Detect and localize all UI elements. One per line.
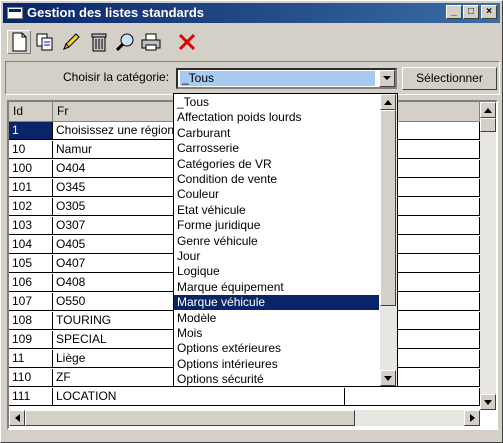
title-bar[interactable]: Gestion des listes standards _ □ × [3, 3, 500, 23]
cell-fr[interactable]: LOCATION [53, 388, 345, 406]
print-button[interactable] [139, 30, 163, 54]
delete-icon [91, 33, 107, 52]
cell-id[interactable]: 100 [9, 160, 53, 178]
window-title: Gestion des listes standards [27, 5, 205, 20]
dropdown-option[interactable]: Affectation poids lourds [174, 110, 379, 125]
toolbar [5, 27, 500, 59]
dropdown-option[interactable]: Options sécurité [174, 372, 379, 386]
cell-id[interactable]: 102 [9, 198, 53, 216]
new-button[interactable] [7, 30, 31, 54]
cell-id[interactable]: 11 [9, 350, 53, 368]
cell-id[interactable]: 107 [9, 293, 53, 311]
category-dropdown-list[interactable]: _Tous Affectation poids lourds Carburant Ca… [173, 93, 398, 387]
chevron-down-icon[interactable] [379, 70, 395, 87]
cancel-button[interactable] [175, 30, 199, 54]
dropdown-option[interactable]: Logique [174, 264, 379, 279]
vertical-scrollbar[interactable] [480, 102, 496, 410]
dropdown-option[interactable]: Marque équipement [174, 280, 379, 295]
edit-icon [63, 33, 80, 50]
minimize-button[interactable]: _ [446, 5, 462, 19]
close-window-button[interactable]: × [481, 5, 497, 19]
category-label: Choisir la catégorie: [63, 70, 170, 84]
print-icon [141, 33, 161, 51]
cell-id[interactable]: 101 [9, 179, 53, 197]
dropdown-option[interactable]: Catégories de VR [174, 157, 379, 172]
dropdown-scrollbar[interactable] [380, 94, 397, 386]
new-icon [12, 32, 27, 52]
dropdown-option[interactable]: _Tous [174, 95, 379, 110]
cell-empty[interactable] [345, 388, 480, 406]
dropdown-scroll-down-button[interactable] [380, 370, 396, 386]
dropdown-scroll-thumb[interactable] [380, 110, 396, 306]
cell-id[interactable]: 109 [9, 331, 53, 349]
dropdown-option[interactable]: Carrosserie [174, 141, 379, 156]
dropdown-option[interactable]: Condition de vente [174, 172, 379, 187]
main-window: Gestion des listes standards _ □ × Chois… [0, 0, 503, 443]
close-red-icon [178, 33, 196, 51]
search-icon [115, 33, 134, 52]
dropdown-option[interactable]: Couleur [174, 187, 379, 202]
dropdown-scroll-up-button[interactable] [380, 94, 396, 110]
cell-id[interactable]: 103 [9, 217, 53, 235]
horizontal-scrollbar[interactable] [9, 410, 480, 426]
select-button[interactable]: Sélectionner [402, 67, 497, 90]
category-filter-bar: Choisir la catégorie: _Tous Sélectionner [5, 61, 500, 95]
dropdown-option[interactable]: Etat véhicule [174, 203, 379, 218]
vertical-scroll-thumb[interactable] [480, 118, 496, 132]
column-header-id[interactable]: Id [9, 102, 53, 122]
cell-id[interactable]: 1 [9, 122, 53, 140]
dropdown-option[interactable]: Marque véhicule [174, 295, 379, 311]
scroll-right-button[interactable] [464, 410, 480, 426]
copy-button[interactable] [33, 30, 57, 54]
cell-id[interactable]: 111 [9, 388, 53, 406]
scroll-down-button[interactable] [480, 394, 496, 410]
dropdown-option[interactable]: Genre véhicule [174, 234, 379, 249]
delete-button[interactable] [87, 30, 111, 54]
dropdown-option[interactable]: Forme juridique [174, 218, 379, 233]
category-select-value: _Tous [180, 71, 375, 86]
horizontal-scroll-thumb[interactable] [25, 410, 355, 426]
edit-button[interactable] [59, 30, 83, 54]
cell-id[interactable]: 110 [9, 369, 53, 387]
dropdown-option[interactable]: Modèle [174, 311, 379, 326]
dropdown-option[interactable]: Mois [174, 326, 379, 341]
dropdown-option[interactable]: Carburant [174, 126, 379, 141]
search-button[interactable] [113, 30, 137, 54]
cell-id[interactable]: 105 [9, 255, 53, 273]
cell-id[interactable]: 10 [9, 141, 53, 159]
maximize-button[interactable]: □ [463, 5, 479, 19]
dropdown-option[interactable]: Options extérieures [174, 341, 379, 356]
dropdown-option[interactable]: Jour [174, 249, 379, 264]
scroll-up-button[interactable] [480, 102, 496, 118]
table-row[interactable]: 111 LOCATION [9, 388, 480, 406]
copy-icon [36, 33, 53, 51]
cell-id[interactable]: 108 [9, 312, 53, 330]
category-select[interactable]: _Tous [176, 68, 397, 89]
app-window-icon [7, 7, 23, 19]
cell-id[interactable]: 106 [9, 274, 53, 292]
cell-id[interactable]: 104 [9, 236, 53, 254]
scroll-left-button[interactable] [9, 410, 25, 426]
dropdown-option[interactable]: Options intérieures [174, 357, 379, 372]
